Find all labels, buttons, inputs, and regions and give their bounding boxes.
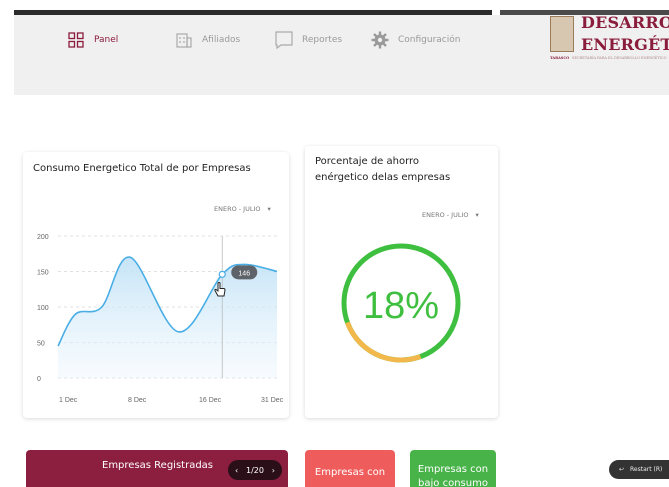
pager-label: 1/20 — [246, 465, 264, 475]
x-tick-label: 1 Dec — [59, 397, 78, 404]
nav-item-panel[interactable]: Panel — [66, 26, 118, 54]
grid-icon — [66, 30, 86, 50]
nav-label-afiliados: Afiliados — [202, 35, 241, 45]
nav-label-panel: Panel — [94, 35, 119, 45]
empresas-con-label: Empresas con — [314, 467, 386, 478]
consumo-chart-card: Consumo Energetico Total de por Empresas… — [23, 152, 289, 418]
y-tick-label: 50 — [37, 341, 45, 348]
brand-logo: DESARROLLO ENERGÉTICO TABASCO SECRETARÍA… — [538, 13, 669, 75]
hand-cursor-icon — [213, 282, 227, 298]
seal-icon — [550, 16, 574, 52]
building-icon — [174, 30, 194, 50]
chevron-right-icon[interactable]: › — [272, 466, 275, 475]
chevron-left-icon[interactable]: ‹ — [235, 466, 238, 475]
logo-subtitle-left: TABASCO — [550, 56, 570, 60]
nav-label-configuracion: Configuración — [398, 35, 461, 45]
y-tick-label: 200 — [37, 234, 49, 241]
x-tick-label: 8 Dec — [128, 397, 147, 404]
consumo-chart: 0 50 100 150 200 146 1 Dec 8 Dec 16 Dec 31 Dec — [37, 234, 284, 404]
logo-title-line2: ENERGÉTICO — [581, 35, 669, 54]
empresas-bajo-label-line2: bajo consumo — [418, 478, 488, 487]
navbar: Panel Afiliados Reportes Configuración D… — [14, 13, 669, 95]
logo-subtitle-right: SECRETARÍA PARA EL DESARROLLO ENERGÉTICO — [572, 56, 667, 60]
page: Panel Afiliados Reportes Configuración D… — [0, 0, 669, 487]
y-tick-label: 0 — [37, 376, 41, 383]
y-tick-label: 100 — [37, 305, 49, 312]
empresas-bajo-label: Empresas con — [417, 464, 489, 475]
ahorro-card: Porcentaje de ahorro enérgetico delas em… — [305, 146, 498, 418]
x-tick-label: 31 Dec — [261, 397, 284, 404]
x-tick-label: 16 Dec — [199, 397, 222, 404]
empresas-bajo-consumo-button[interactable]: Empresas con bajo consumo — [410, 450, 496, 487]
restart-button[interactable]: ↩ Restart (R) — [609, 460, 669, 479]
pager[interactable]: ‹ 1/20 › — [228, 460, 282, 480]
logo-title-line1: DESARROLLO — [581, 13, 669, 32]
empresas-con-button[interactable]: Empresas con — [305, 450, 395, 487]
restart-label: Restart (R) — [630, 466, 663, 473]
ahorro-gauge: 18% — [341, 243, 461, 363]
empresas-registradas-label: Empresas Registradas — [102, 460, 214, 471]
y-tick-label: 150 — [37, 270, 49, 277]
gauge-percent: 18% — [363, 285, 439, 327]
nav-label-reportes: Reportes — [302, 35, 343, 45]
nav-item-configuracion[interactable]: Configuración — [370, 26, 460, 54]
nav-item-reportes[interactable]: Reportes — [274, 26, 342, 54]
tooltip-value: 146 — [238, 270, 250, 277]
chat-icon — [274, 30, 294, 50]
nav-item-afiliados[interactable]: Afiliados — [174, 26, 240, 54]
back-arrow-icon: ↩ — [619, 466, 625, 473]
gear-icon — [370, 30, 390, 50]
hover-point — [218, 270, 226, 278]
